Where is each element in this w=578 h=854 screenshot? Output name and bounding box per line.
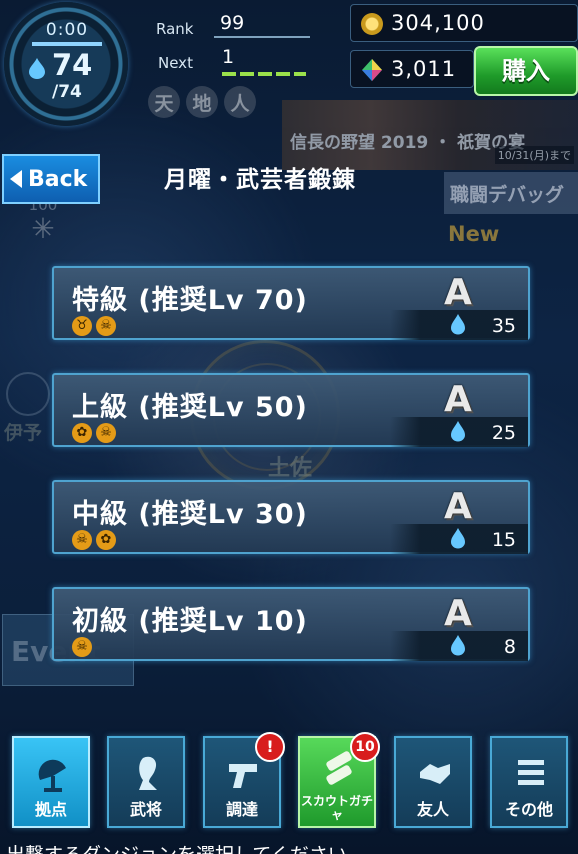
dungeon-grade: A	[444, 272, 472, 313]
general-icon	[139, 756, 157, 790]
gem-value: 3,011	[391, 57, 457, 81]
stamina-timer: 0:00	[45, 20, 89, 40]
skull-icon: ☠	[72, 637, 92, 657]
flame-icon	[451, 421, 465, 442]
map-node-marker	[6, 372, 50, 416]
skull-icon: ☠	[96, 423, 116, 443]
map-place-iyo: 伊予	[4, 422, 43, 444]
nav-general-label: 武将	[129, 800, 162, 819]
stamina-max: /74	[52, 82, 82, 102]
stamina-cost: 15	[491, 529, 516, 551]
rank-value: 99	[220, 12, 245, 34]
map-castle-marker: 100 ✳	[28, 196, 58, 245]
next-label: Next	[158, 54, 193, 72]
tab-chi[interactable]: 地	[186, 86, 218, 118]
nav-scout-gacha-button[interactable]: スカウトガチャ 10	[298, 732, 380, 828]
dungeon-name: 初級 (推奨Lv 10)	[72, 606, 308, 637]
nav-base-button[interactable]: 拠点	[12, 736, 90, 828]
coin-counter: 304,100	[350, 4, 578, 42]
gem-counter: 3,011	[350, 50, 474, 88]
dungeon-row[interactable]: 上級 (推奨Lv 50) ✿ ☠ A 25	[52, 373, 530, 447]
dungeon-name: 中級 (推奨Lv 30)	[72, 499, 308, 530]
back-arrow-icon	[10, 170, 22, 188]
gem-icon	[362, 59, 382, 81]
map-place-tosa: 土佐	[268, 456, 313, 481]
gacha-count-badge: 10	[350, 732, 380, 762]
banner-text: 信長の野望 2019 ・ 祇賀の宴	[290, 133, 526, 153]
skull-icon: ☠	[72, 530, 92, 550]
flame-icon	[451, 528, 465, 549]
nav-scout-gacha-label: スカウトガチャ	[300, 794, 373, 822]
radar-icon	[38, 759, 66, 792]
nav-friend-button[interactable]: 友人	[394, 736, 472, 828]
tab-ten[interactable]: 天	[148, 86, 180, 118]
flame-icon	[451, 314, 465, 335]
flame-icon	[29, 58, 45, 79]
dungeon-name: 上級 (推奨Lv 50)	[72, 392, 308, 423]
buy-button[interactable]: 購入	[474, 46, 578, 96]
page-title: 月曜・武芸者鍛錬	[164, 167, 356, 193]
nav-procure-button[interactable]: 調達 !	[203, 732, 285, 828]
dungeon-grade: A	[444, 379, 472, 420]
footer-hint: 出撃するダンジョンを選択してください	[6, 840, 347, 854]
next-exp-bar	[222, 72, 306, 76]
banner-date: 10/31(月)まで	[494, 146, 574, 164]
stamina-timer-bar	[32, 42, 102, 46]
scroll-icon	[326, 751, 352, 785]
rank-underline	[214, 36, 310, 38]
nav-other-label: その他	[504, 800, 553, 819]
dungeon-row[interactable]: 中級 (推奨Lv 30) ☠ ✿ A 15	[52, 480, 530, 554]
dungeon-name: 特級 (推奨Lv 70)	[72, 285, 308, 316]
bull-icon: ♉	[72, 316, 92, 336]
map-tabs: 天 地 人	[148, 86, 256, 118]
dungeon-grade: A	[444, 486, 472, 527]
coin-icon	[361, 13, 383, 35]
gun-icon	[229, 764, 257, 788]
procure-alert-badge: !	[255, 732, 285, 762]
stamina-cost: 25	[491, 422, 516, 444]
rank-label: Rank	[156, 20, 194, 38]
rank-panel: Rank 99 Next 1	[130, 8, 330, 82]
stamina-cost: 35	[491, 315, 516, 337]
handshake-icon	[420, 764, 450, 784]
back-label: Back	[28, 166, 88, 192]
coin-value: 304,100	[391, 11, 485, 35]
paw-icon: ✿	[96, 530, 116, 550]
nav-general-button[interactable]: 武将	[107, 736, 185, 828]
flame-icon	[451, 635, 465, 656]
dungeon-grade: A	[444, 593, 472, 634]
next-value: 1	[222, 46, 235, 68]
nav-other-button[interactable]: その他	[490, 736, 568, 828]
nav-procure-label: 調達	[225, 800, 258, 819]
enemy-type-icons: ♉ ☠	[72, 316, 116, 336]
skull-icon: ☠	[96, 316, 116, 336]
tab-jin[interactable]: 人	[224, 86, 256, 118]
debug-battle-tag: 職闘デバッグ	[444, 172, 578, 214]
menu-icon	[518, 760, 544, 785]
enemy-type-icons: ✿ ☠	[72, 423, 116, 443]
stamina-current: 74	[52, 48, 93, 82]
stamina-gauge: 0:00 74 /74	[4, 2, 128, 126]
bottom-nav: 拠点 武将 調達 ! スカウトガチャ 10 友人 その他	[0, 730, 578, 830]
back-button[interactable]: Back	[2, 154, 100, 204]
paw-icon: ✿	[72, 423, 92, 443]
enemy-type-icons: ☠ ✿	[72, 530, 116, 550]
dungeon-row[interactable]: 特級 (推奨Lv 70) ♉ ☠ A 35	[52, 266, 530, 340]
new-tag: New	[448, 222, 500, 246]
enemy-type-icons: ☠	[72, 637, 92, 657]
nav-base-label: 拠点	[34, 800, 67, 819]
nav-friend-label: 友人	[416, 800, 449, 819]
stamina-cost: 8	[503, 636, 516, 658]
dungeon-row[interactable]: 初級 (推奨Lv 10) ☠ A 8	[52, 587, 530, 661]
